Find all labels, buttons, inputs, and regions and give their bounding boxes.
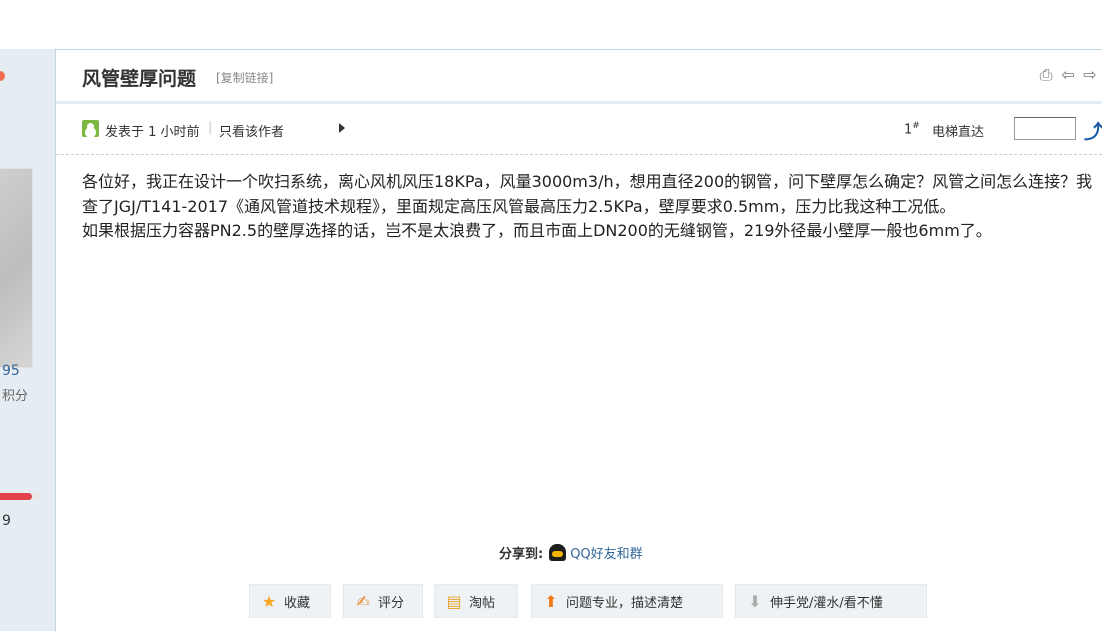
goto-floor-input[interactable] [1014, 117, 1076, 140]
thread-title: 风管壁厚问题 [82, 68, 197, 90]
level-progress-bar [0, 493, 40, 500]
favorite-label: 收藏 [284, 595, 311, 611]
post-paragraph: 各位好，我正在设计一个吹扫系统，离心风机风压18KPa，风量3000m3/h，想… [82, 172, 1093, 216]
go-icon[interactable]: ⤴ [1084, 117, 1102, 144]
floor-sup: # [912, 121, 920, 131]
play-arrow-icon [339, 123, 345, 133]
print-icon[interactable]: ⎙ [1038, 65, 1054, 85]
tao-label: 淘帖 [469, 595, 496, 611]
level-progress-fill [0, 493, 32, 500]
author-stat-number[interactable]: 95 [2, 363, 20, 379]
post-time: 发表于 1 小时前 [105, 125, 200, 140]
author-sidebar: 95 积分 9 [0, 49, 56, 631]
share-label: 分享到: [499, 547, 544, 562]
thread-tools: ⎙ ⇦ ⇨ [1038, 65, 1098, 85]
qq-icon[interactable] [549, 544, 567, 561]
arrow-down-icon: ⬇ [748, 591, 762, 611]
online-status-dot [0, 71, 5, 81]
share-row: 分享到: QQ好友和群 [499, 543, 643, 562]
share-qq-link[interactable]: QQ好友和群 [570, 543, 642, 562]
thumb-icon: ✍ [356, 591, 370, 611]
star-icon: ★ [261, 591, 277, 611]
support-button[interactable]: ⬆ 问题专业，描述清楚 [531, 584, 723, 618]
favorite-button[interactable]: ★ 收藏 [249, 584, 331, 618]
prev-thread-icon[interactable]: ⇦ [1060, 65, 1076, 85]
post-meta: 发表于 1 小时前 | 只看该作者 1# 电梯直达 ⤴ [56, 104, 1102, 155]
arrow-up-icon: ⬆ [544, 591, 558, 611]
avatar[interactable] [0, 168, 33, 368]
thread-title-bar: 风管壁厚问题 [复制链接] ⎙ ⇦ ⇨ [56, 49, 1102, 104]
forum-thread-page: 95 积分 9 风管壁厚问题 [复制链接] ⎙ ⇦ ⇨ 发表于 1 小时前 | … [0, 0, 1102, 631]
post-content: 各位好，我正在设计一个吹扫系统，离心风机风压18KPa，风量3000m3/h，想… [82, 170, 1100, 244]
author-stat-label: 积分 [2, 389, 29, 404]
floor-number: 1# [904, 121, 920, 137]
user-online-icon [82, 120, 99, 137]
collection-icon: ▤ [446, 591, 462, 611]
oppose-button[interactable]: ⬇ 伸手党/灌水/看不懂 [735, 584, 927, 618]
next-thread-icon[interactable]: ⇨ [1082, 65, 1098, 85]
elevator-label: 电梯直达 [932, 125, 985, 140]
support-label: 问题专业，描述清楚 [566, 595, 684, 611]
rate-button[interactable]: ✍ 评分 [343, 584, 423, 618]
author-only-link[interactable]: 只看该作者 [219, 121, 284, 140]
rate-label: 评分 [378, 595, 405, 611]
copy-link-button[interactable]: [复制链接] [216, 69, 273, 86]
post-actions: ★ 收藏 ✍ 评分 ▤ 淘帖 ⬆ 问题专业，描述清楚 ⬇ 伸手党/灌水/看不懂 [0, 584, 1102, 618]
post-paragraph: 如果根据压力容器PN2.5的壁厚选择的话，岂不是太浪费了，而且市面上DN200的… [82, 221, 992, 240]
oppose-label: 伸手党/灌水/看不懂 [770, 595, 883, 611]
meta-separator: | [208, 120, 213, 135]
tao-button[interactable]: ▤ 淘帖 [434, 584, 518, 618]
author-count: 9 [2, 513, 11, 529]
